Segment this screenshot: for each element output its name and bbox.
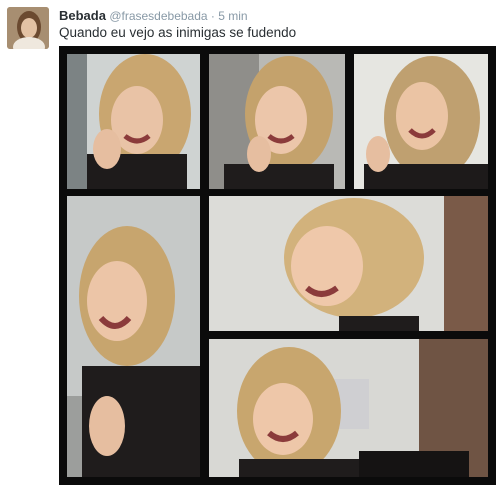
- photo-panel-5: [209, 196, 488, 331]
- timestamp[interactable]: 5 min: [218, 9, 247, 23]
- photo-panel-2: [209, 54, 345, 189]
- user-handle[interactable]: @frasesdebebada: [109, 9, 207, 23]
- tweet-media[interactable]: [59, 46, 496, 485]
- avatar[interactable]: [7, 7, 49, 49]
- photo-panel-6: [209, 339, 488, 477]
- photo-panel-4: [67, 196, 200, 477]
- display-name[interactable]: Bebada: [59, 8, 106, 23]
- separator: ·: [210, 9, 215, 23]
- tweet-text: Quando eu vejo as inimigas se fudendo: [59, 25, 297, 40]
- photo-panel-1: [67, 54, 200, 189]
- tweet-header: Bebada @frasesdebebada · 5 min: [59, 8, 248, 24]
- photo-panel-3: [354, 54, 488, 189]
- tweet-card: Bebada @frasesdebebada · 5 min Quando eu…: [0, 0, 500, 497]
- avatar-image: [7, 7, 49, 49]
